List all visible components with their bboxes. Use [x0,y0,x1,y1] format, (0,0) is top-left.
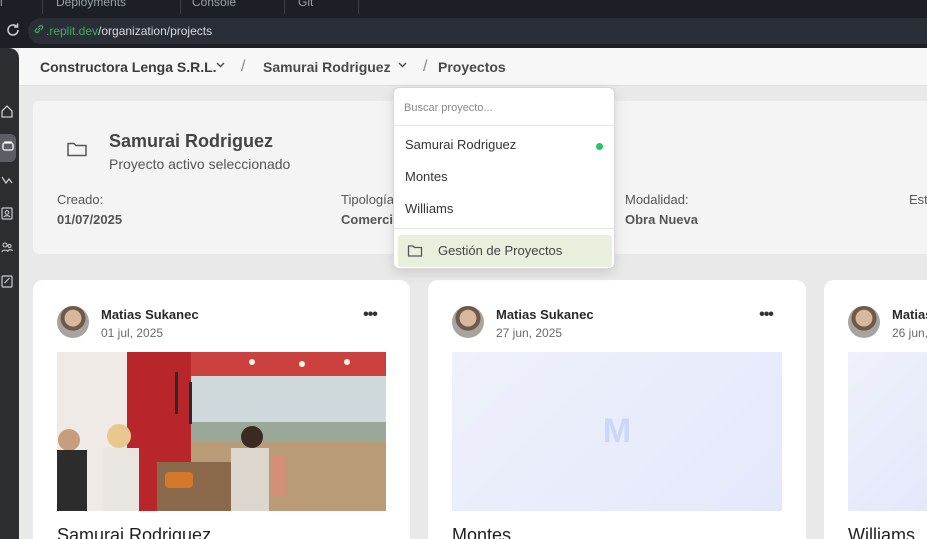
post-author: Matias Sukanec [496,307,594,322]
home-icon[interactable] [0,104,14,120]
tab-separator [358,0,359,14]
projects-icon[interactable] [0,134,16,162]
side-rail [0,48,19,539]
link-icon [33,23,45,37]
post-author: Matias Sukanec [892,307,927,322]
created-label: Creado: [57,192,104,207]
post-placeholder-image[interactable]: M [452,352,782,511]
project-post-card[interactable]: Matias Sukanec 01 jul, 2025 ••• Samurai … [33,280,410,539]
avatar [452,306,484,338]
post-title[interactable]: Samurai Rodriguez [57,525,211,539]
tasks-icon[interactable] [0,274,14,290]
post-date: 27 jun, 2025 [496,326,563,340]
reload-icon[interactable] [4,22,22,40]
folder-icon [66,139,88,159]
typology-label: Tipología: [341,192,398,207]
project-option-williams[interactable]: Williams [405,201,453,216]
breadcrumb-organization[interactable]: Constructora Lenga S.R.L. [40,59,217,75]
tab-deployments[interactable]: Deployments [56,0,126,10]
tab-separator [180,0,181,14]
post-date: 26 jun, 2025 [892,326,927,340]
project-search-input[interactable] [404,100,604,116]
url-field[interactable]: .replit.dev/organization/projects [28,18,927,44]
avatar [848,306,880,338]
project-post-card[interactable]: Matias Sukanec 27 jun, 2025 ••• M Montes [428,280,806,539]
post-author: Matias Sukanec [101,307,199,322]
status-label: Estado: [909,192,927,207]
breadcrumb: Constructora Lenga S.R.L. / Samurai Rodr… [19,48,927,86]
project-option-samurai-rodriguez[interactable]: Samurai Rodriguez [405,137,516,152]
tab-git[interactable]: Git [298,0,313,10]
more-options-icon[interactable]: ••• [360,307,380,326]
modality-label: Modalidad: [625,192,689,207]
modality-value: Obra Nueva [625,212,698,227]
created-value: 01/07/2025 [57,212,123,227]
contacts-icon[interactable] [0,206,14,222]
post-date: 01 jul, 2025 [101,326,164,340]
browser-tab-strip: i Deployments Console Git [0,0,927,14]
divider [394,228,614,229]
tab-fragment: i [0,0,3,9]
more-options-icon[interactable]: ••• [756,307,776,326]
folder-icon [407,243,423,258]
tab-console[interactable]: Console [192,0,236,10]
manage-projects-label: Gestión de Proyectos [438,243,563,258]
post-photo[interactable] [57,352,386,511]
breadcrumb-project[interactable]: Samurai Rodriguez [263,59,391,75]
avatar [57,306,89,338]
project-post-card[interactable]: Matias Sukanec 26 jun, 2025 Williams [824,280,927,539]
address-bar: .replit.dev/organization/projects [0,14,927,48]
active-indicator-dot [596,143,603,150]
project-subtitle: Proyecto activo seleccionado [109,156,291,172]
project-switcher-dropdown: Samurai Rodriguez Montes Williams Gestió… [393,87,615,269]
breadcrumb-section: Proyectos [438,59,506,75]
manage-projects-button[interactable]: Gestión de Proyectos [398,235,612,267]
chevron-down-icon[interactable] [397,59,408,75]
url-text: .replit.dev/organization/projects [46,24,213,38]
analytics-icon[interactable] [0,174,14,190]
team-icon[interactable] [0,240,14,256]
post-placeholder-image[interactable] [848,352,927,511]
breadcrumb-separator: / [423,58,428,75]
post-title[interactable]: Montes [452,525,511,539]
placeholder-initial: M [602,412,632,450]
divider [394,125,614,126]
project-title: Samurai Rodriguez [109,131,274,151]
project-option-montes[interactable]: Montes [405,169,448,184]
chevron-down-icon[interactable] [215,59,226,75]
tab-separator [284,0,285,14]
breadcrumb-separator: / [241,58,246,75]
post-title[interactable]: Williams [848,525,915,539]
tab-separator [42,0,43,14]
